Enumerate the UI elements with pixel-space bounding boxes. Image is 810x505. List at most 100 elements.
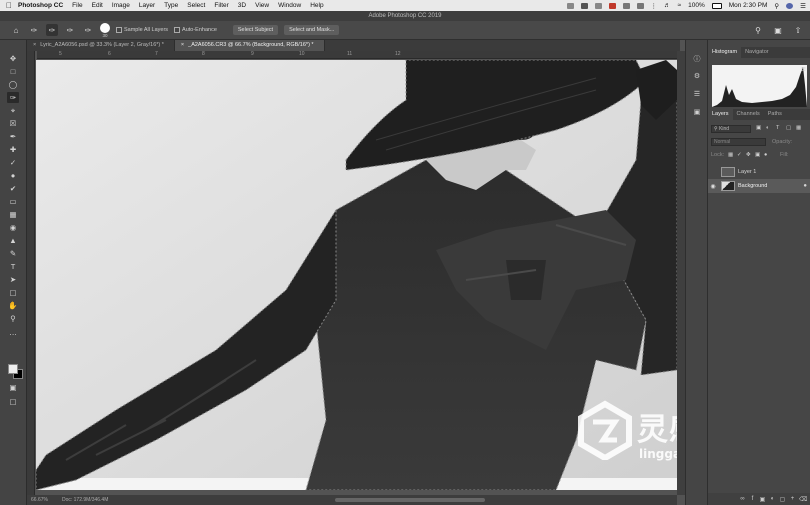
fx-icon[interactable]: f (749, 496, 756, 503)
layer-row[interactable]: ◉ Background ● (708, 179, 810, 193)
quick-mask-icon[interactable]: ▣ (7, 382, 19, 393)
menu-filter[interactable]: Filter (214, 2, 228, 9)
clone-stamp-tool-icon[interactable]: ● (7, 170, 19, 181)
share-icon[interactable]: ⇧ (792, 24, 804, 36)
select-subject-button[interactable]: Select Subject (232, 25, 279, 35)
horizontal-scrollbar-thumb[interactable] (335, 498, 485, 502)
workspace-icon[interactable]: ▣ (772, 24, 784, 36)
battery-percent[interactable]: 100% (688, 2, 705, 9)
app-menu[interactable]: Photoshop CC (18, 2, 63, 9)
info-icon[interactable]: ⓘ (692, 54, 702, 64)
filter-shape-icon[interactable]: ▢ (786, 125, 791, 131)
tray-app-icon[interactable] (580, 2, 588, 9)
layer-name[interactable]: Background (738, 183, 767, 189)
wifi-icon[interactable]: ≈ (678, 2, 682, 9)
tray-app-icon[interactable] (636, 2, 644, 9)
menu-image[interactable]: Image (112, 2, 130, 9)
lock-all-icon[interactable]: ● (764, 152, 767, 158)
tab-navigator[interactable]: Navigator (741, 47, 773, 58)
lasso-tool-icon[interactable]: ◯ (7, 79, 19, 90)
search-icon[interactable]: ⚲ (752, 24, 764, 36)
volume-icon[interactable]: ♬ (664, 2, 671, 9)
marquee-tool-icon[interactable]: □ (7, 66, 19, 77)
tray-app-icon[interactable] (566, 2, 574, 9)
layer-filter-select[interactable]: ⚲ Kind (711, 125, 751, 133)
add-mask-icon[interactable]: ▣ (759, 496, 766, 503)
filter-type-icon[interactable]: T (776, 125, 779, 131)
adjustments-icon[interactable]: ⚙ (692, 72, 702, 82)
foreground-color-swatch[interactable] (8, 364, 18, 374)
gradient-tool-icon[interactable]: ▦ (7, 209, 19, 220)
layer-name[interactable]: Layer 1 (738, 169, 756, 175)
siri-icon[interactable] (786, 2, 794, 9)
menu-window[interactable]: Window (278, 2, 301, 9)
eye-icon[interactable]: ◉ (708, 183, 718, 190)
brush-tool-icon[interactable]: ✓ (7, 157, 19, 168)
menu-layer[interactable]: Layer (139, 2, 155, 9)
crop-tool-icon[interactable]: ⌖ (7, 105, 19, 116)
new-layer-icon[interactable]: + (789, 496, 796, 503)
lock-transparent-icon[interactable]: ▦ (728, 152, 733, 158)
more-tools-icon[interactable]: ⋯ (7, 329, 19, 340)
tab-channels[interactable]: Channels (733, 109, 764, 120)
bluetooth-icon[interactable]: ⋮ (651, 2, 658, 10)
filter-smart-icon[interactable]: ▦ (796, 125, 801, 131)
new-group-icon[interactable]: ▢ (779, 496, 786, 503)
zoom-tool-icon[interactable]: ⚲ (7, 313, 19, 324)
type-tool-icon[interactable]: T (7, 261, 19, 272)
add-to-selection-icon[interactable]: ✑ (64, 24, 76, 36)
menu-edit[interactable]: Edit (92, 2, 103, 9)
filter-pixel-icon[interactable]: ▣ (756, 125, 761, 131)
menu-file[interactable]: File (72, 2, 82, 9)
tray-app-icon[interactable] (622, 2, 630, 9)
path-selection-tool-icon[interactable]: ➤ (7, 274, 19, 285)
eraser-tool-icon[interactable]: ▭ (7, 196, 19, 207)
tray-app-icon[interactable] (594, 2, 602, 9)
move-tool-icon[interactable]: ✥ (7, 53, 19, 64)
subtract-from-selection-icon[interactable]: ✑ (82, 24, 94, 36)
tab-paths[interactable]: Paths (764, 109, 786, 120)
tray-app-icon[interactable] (608, 2, 616, 9)
apple-icon[interactable]:  (0, 1, 18, 10)
history-brush-tool-icon[interactable]: ✔ (7, 183, 19, 194)
histogram-menu-icon[interactable]: ☰ (801, 67, 806, 73)
menu-help[interactable]: Help (310, 2, 323, 9)
menu-type[interactable]: Type (164, 2, 178, 9)
adjustment-layer-icon[interactable]: ◐ (769, 496, 776, 503)
healing-brush-tool-icon[interactable]: ✚ (7, 144, 19, 155)
zoom-level[interactable]: 66.67% (31, 497, 48, 503)
menu-3d[interactable]: 3D (238, 2, 246, 9)
hand-tool-icon[interactable]: ✋ (7, 300, 19, 311)
quick-selection-preset-icon[interactable]: ✑ (28, 24, 40, 36)
spotlight-icon[interactable]: ⚲ (774, 2, 779, 10)
tab-histogram[interactable]: Histogram (708, 47, 742, 58)
trash-icon[interactable]: ⌫ (799, 496, 807, 503)
tab-lyric-psd[interactable]: × Lyric_A2A6056.psd @ 33.3% (Layer 2, Gr… (27, 40, 175, 51)
filter-adjust-icon[interactable]: ◐ (766, 125, 769, 131)
menu-view[interactable]: View (255, 2, 269, 9)
quick-selection-tool-icon[interactable]: ✑ (7, 92, 19, 103)
new-selection-icon[interactable]: ✑ (46, 24, 58, 36)
dodge-tool-icon[interactable]: ▲ (7, 235, 19, 246)
frame-tool-icon[interactable]: ☒ (7, 118, 19, 129)
tab-layers[interactable]: Layers (708, 109, 733, 120)
vertical-ruler[interactable] (27, 51, 35, 495)
doc-info[interactable]: Doc: 172.9M/346.4M (62, 497, 108, 503)
properties-icon[interactable]: ☰ (692, 90, 702, 100)
rectangle-tool-icon[interactable]: ▢ (7, 287, 19, 298)
close-icon[interactable]: × (181, 40, 184, 51)
blur-tool-icon[interactable]: ◉ (7, 222, 19, 233)
libraries-icon[interactable]: ▣ (692, 108, 702, 118)
blend-mode-select[interactable]: Normal (711, 138, 766, 146)
brush-picker[interactable]: 30 (100, 22, 110, 38)
layer-row[interactable]: Layer 1 (708, 165, 810, 179)
screen-mode-icon[interactable]: ▢ (7, 396, 19, 407)
select-and-mask-button[interactable]: Select and Mask... (284, 25, 340, 35)
notification-center-icon[interactable]: ☰ (800, 2, 806, 10)
lock-pixels-icon[interactable]: ✓ (737, 152, 742, 158)
lock-position-icon[interactable]: ✥ (746, 152, 751, 158)
sample-all-layers-checkbox[interactable]: Sample All Layers (116, 27, 168, 33)
battery-icon[interactable] (711, 2, 722, 9)
menu-select[interactable]: Select (187, 2, 205, 9)
close-icon[interactable]: × (33, 40, 36, 51)
